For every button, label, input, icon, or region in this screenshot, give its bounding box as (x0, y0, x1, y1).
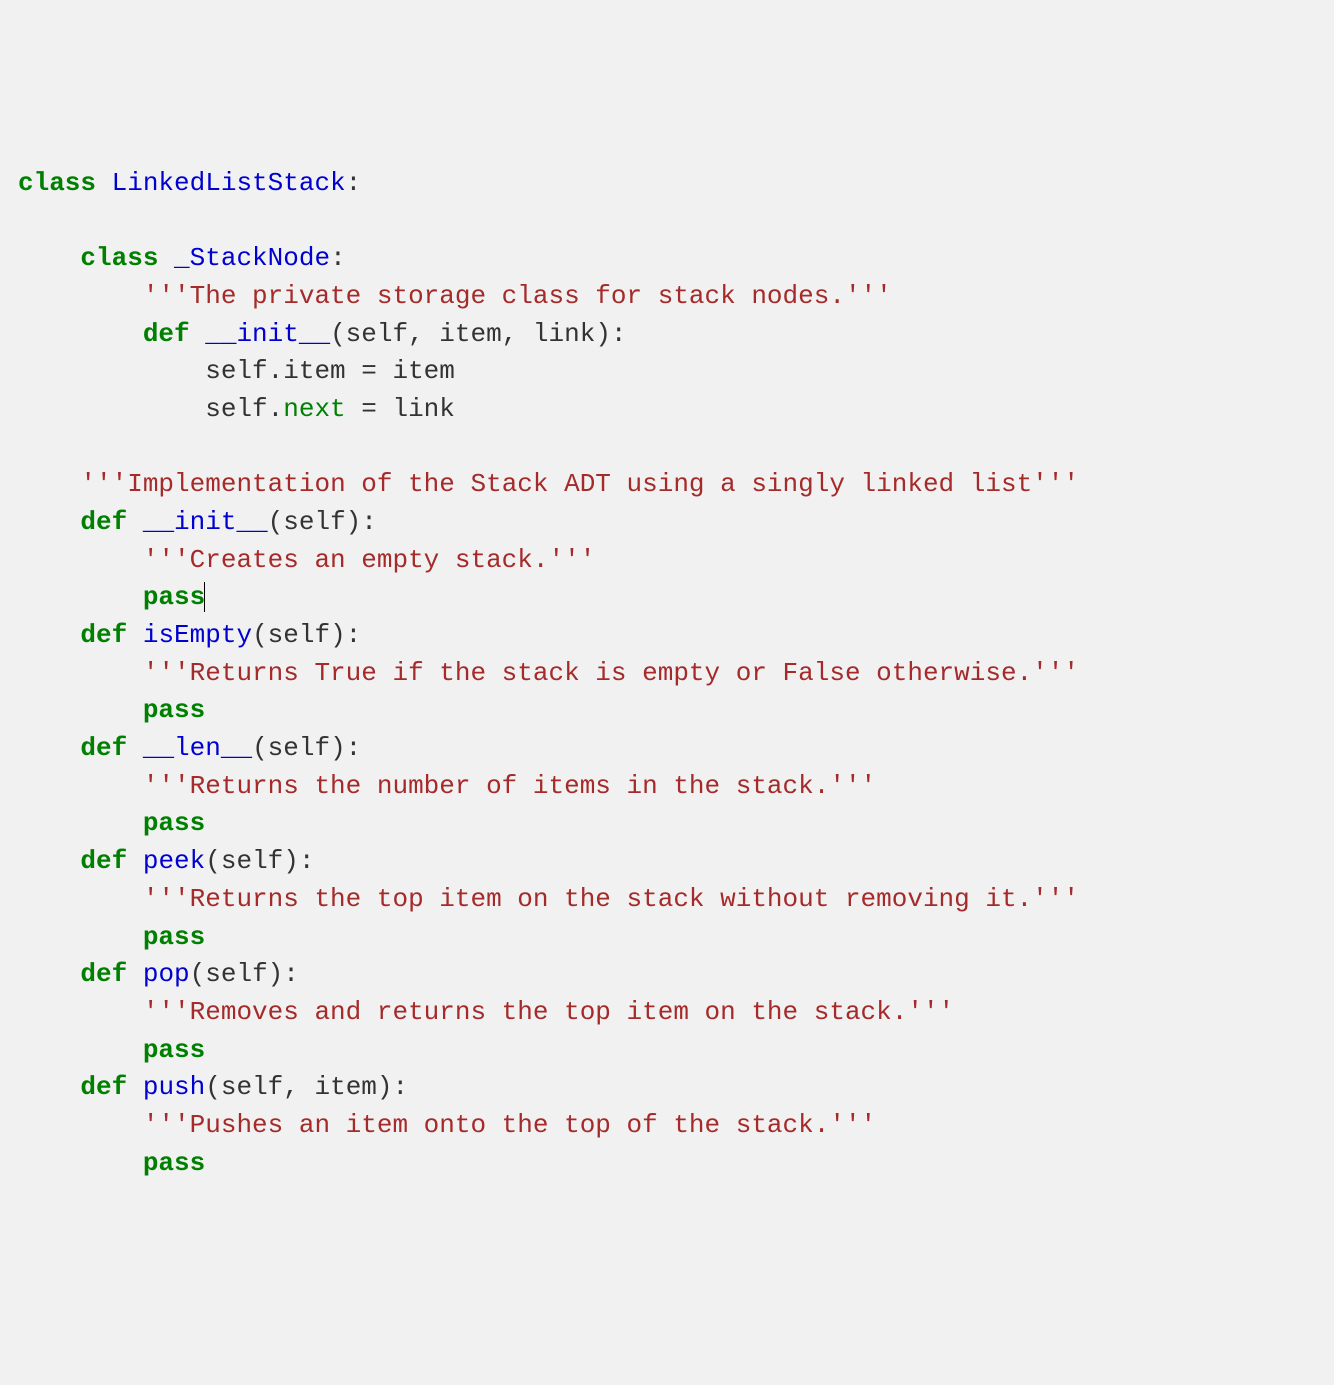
keyword-def: def (80, 846, 127, 876)
keyword-pass: pass (143, 922, 205, 952)
class-name: _StackNode (174, 243, 330, 273)
function-name: push (143, 1072, 205, 1102)
keyword-def: def (143, 319, 190, 349)
builtin-next: next (283, 394, 345, 424)
docstring: '''Creates an empty stack.''' (143, 545, 595, 575)
text-cursor (204, 582, 205, 612)
keyword-pass: pass (143, 695, 205, 725)
function-name: isEmpty (143, 620, 252, 650)
keyword-pass: pass (143, 808, 205, 838)
keyword-def: def (80, 959, 127, 989)
keyword-pass: pass (143, 582, 205, 612)
code-line: self.item = item (18, 356, 455, 386)
function-name: peek (143, 846, 205, 876)
function-name: __init__ (143, 507, 268, 537)
docstring: '''Returns True if the stack is empty or… (143, 658, 1079, 688)
keyword-def: def (80, 1072, 127, 1102)
function-name: __init__ (205, 319, 330, 349)
signature: (self, item, link): (330, 319, 626, 349)
code-line-suffix: = link (346, 394, 455, 424)
signature: (self): (190, 959, 299, 989)
keyword-def: def (80, 733, 127, 763)
function-name: pop (143, 959, 190, 989)
docstring: '''Returns the number of items in the st… (143, 771, 876, 801)
code-block: class LinkedListStack: class _StackNode:… (18, 165, 1316, 1183)
keyword-pass: pass (143, 1148, 205, 1178)
docstring: '''Removes and returns the top item on t… (143, 997, 954, 1027)
keyword-class: class (80, 243, 158, 273)
code-line-prefix: self. (18, 394, 283, 424)
keyword-def: def (80, 620, 127, 650)
keyword-def: def (80, 507, 127, 537)
docstring: '''The private storage class for stack n… (143, 281, 892, 311)
docstring: '''Returns the top item on the stack wit… (143, 884, 1079, 914)
keyword-class: class (18, 168, 96, 198)
signature: (self, item): (205, 1072, 408, 1102)
signature: (self): (268, 507, 377, 537)
docstring: '''Pushes an item onto the top of the st… (143, 1110, 876, 1140)
class-name: LinkedListStack (112, 168, 346, 198)
signature: (self): (205, 846, 314, 876)
signature: (self): (252, 733, 361, 763)
docstring: '''Implementation of the Stack ADT using… (80, 469, 1079, 499)
keyword-pass: pass (143, 1035, 205, 1065)
function-name: __len__ (143, 733, 252, 763)
signature: (self): (252, 620, 361, 650)
